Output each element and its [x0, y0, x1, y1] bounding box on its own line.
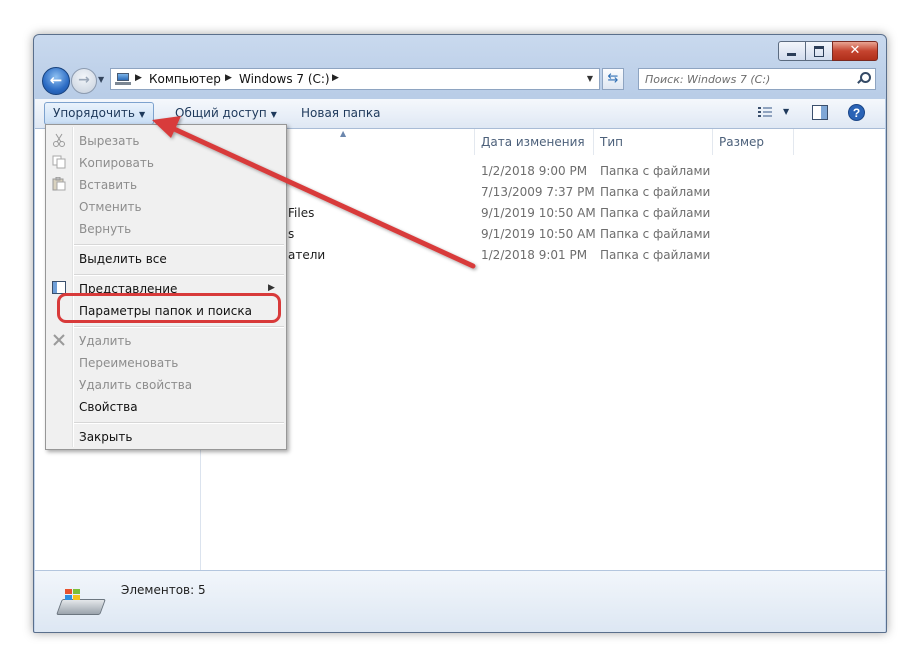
recent-pages-dropdown[interactable]: ▼ [98, 75, 104, 84]
menu-item-cut[interactable]: Вырезать [79, 134, 140, 148]
search-placeholder: Поиск: Windows 7 (C:) [645, 73, 771, 86]
file-type: Папка с файлами [600, 164, 711, 178]
file-date: 1/2/2018 9:01 PM [481, 248, 588, 262]
menu-item-close[interactable]: Закрыть [79, 430, 132, 444]
breadcrumb-drive[interactable]: Windows 7 (C:) [239, 72, 330, 86]
file-type: Папка с файлами [600, 185, 711, 199]
arrow-right-icon: → [78, 72, 90, 88]
svg-text:?: ? [853, 106, 860, 120]
refresh-icon: ⇆ [607, 71, 619, 86]
breadcrumb-chevron-icon[interactable]: ▶ [225, 73, 232, 83]
help-button[interactable]: ? [848, 104, 865, 121]
address-dropdown-icon[interactable]: ▼ [587, 74, 593, 83]
menu-separator [74, 326, 284, 328]
preview-pane-button[interactable] [812, 105, 828, 120]
menu-item-paste[interactable]: Вставить [79, 178, 137, 192]
close-icon: ✕ [849, 43, 861, 58]
submenu-arrow-icon: ▶ [268, 283, 275, 293]
maximize-icon [814, 46, 824, 57]
chevron-down-icon: ▼ [138, 110, 146, 119]
details-view-icon [758, 107, 772, 117]
file-date: 7/13/2009 7:37 PM [481, 185, 595, 199]
chevron-down-icon: ▼ [270, 110, 277, 119]
scissors-icon [53, 133, 65, 147]
file-type: Папка с файлами [600, 248, 711, 262]
address-bar[interactable]: ▶ Компьютер ▶ Windows 7 (C:) ▶ ▼ [110, 68, 600, 90]
minimize-icon [787, 53, 796, 56]
menu-item-select-all[interactable]: Выделить все [79, 252, 167, 266]
paste-icon [52, 177, 66, 191]
file-type: Папка с файлами [600, 206, 711, 220]
hard-drive-icon [56, 587, 106, 617]
file-name[interactable]: s [288, 224, 294, 245]
item-count: Элементов: 5 [121, 583, 206, 597]
delete-x-icon [53, 334, 65, 346]
menu-separator [74, 244, 284, 246]
details-pane: Элементов: 5 [35, 570, 885, 632]
organize-menu: Вырезать Копировать Вставить Отменить Ве… [45, 124, 287, 450]
menu-gutter [72, 127, 74, 447]
share-label: Общий доступ [175, 106, 267, 120]
back-button[interactable]: ← [42, 67, 70, 95]
view-dropdown-icon[interactable]: ▼ [775, 106, 797, 117]
file-type: Папка с файлами [600, 227, 711, 241]
menu-item-copy[interactable]: Копировать [79, 156, 154, 170]
annotation-highlight-box [57, 293, 281, 323]
search-input[interactable]: Поиск: Windows 7 (C:) [638, 68, 876, 90]
column-header-type[interactable]: Тип [594, 129, 713, 155]
close-button[interactable]: ✕ [832, 41, 878, 61]
menu-item-undo[interactable]: Отменить [79, 200, 142, 214]
column-header-date[interactable]: Дата изменения [475, 129, 594, 155]
new-folder-label: Новая папка [301, 106, 381, 120]
copy-icon [52, 155, 66, 169]
menu-item-delete[interactable]: Удалить [79, 334, 132, 348]
file-date: 9/1/2019 10:50 AM [481, 206, 596, 220]
computer-icon [115, 73, 131, 85]
menu-separator [74, 274, 284, 276]
menu-item-remove-properties[interactable]: Удалить свойства [79, 378, 192, 392]
minimize-button[interactable] [778, 41, 806, 61]
breadcrumb-computer[interactable]: Компьютер [149, 72, 221, 86]
maximize-button[interactable] [805, 41, 833, 61]
menu-item-redo[interactable]: Вернуть [79, 222, 131, 236]
search-icon[interactable] [855, 71, 871, 87]
share-button[interactable]: Общий доступ ▼ [167, 105, 285, 121]
menu-item-properties[interactable]: Свойства [79, 400, 138, 414]
organize-label: Упорядочить [53, 106, 135, 120]
new-folder-button[interactable]: Новая папка [293, 105, 388, 121]
file-name[interactable]: атели [288, 245, 325, 266]
help-icon: ? [848, 104, 865, 121]
file-date: 9/1/2019 10:50 AM [481, 227, 596, 241]
preview-pane-icon [812, 105, 828, 120]
breadcrumb-chevron-icon[interactable]: ▶ [135, 73, 142, 83]
view-options-button[interactable] [758, 106, 772, 119]
menu-item-rename[interactable]: Переименовать [79, 356, 178, 370]
menu-separator [74, 422, 284, 424]
refresh-button[interactable]: ⇆ [602, 68, 624, 90]
forward-button[interactable]: → [71, 68, 97, 94]
breadcrumb-chevron-icon[interactable]: ▶ [332, 73, 339, 83]
arrow-left-icon: ← [49, 71, 63, 89]
file-name[interactable]: Files [288, 203, 314, 224]
organize-button[interactable]: Упорядочить ▼ [44, 102, 155, 125]
file-date: 1/2/2018 9:00 PM [481, 164, 588, 178]
column-header-size[interactable]: Размер [713, 129, 794, 155]
